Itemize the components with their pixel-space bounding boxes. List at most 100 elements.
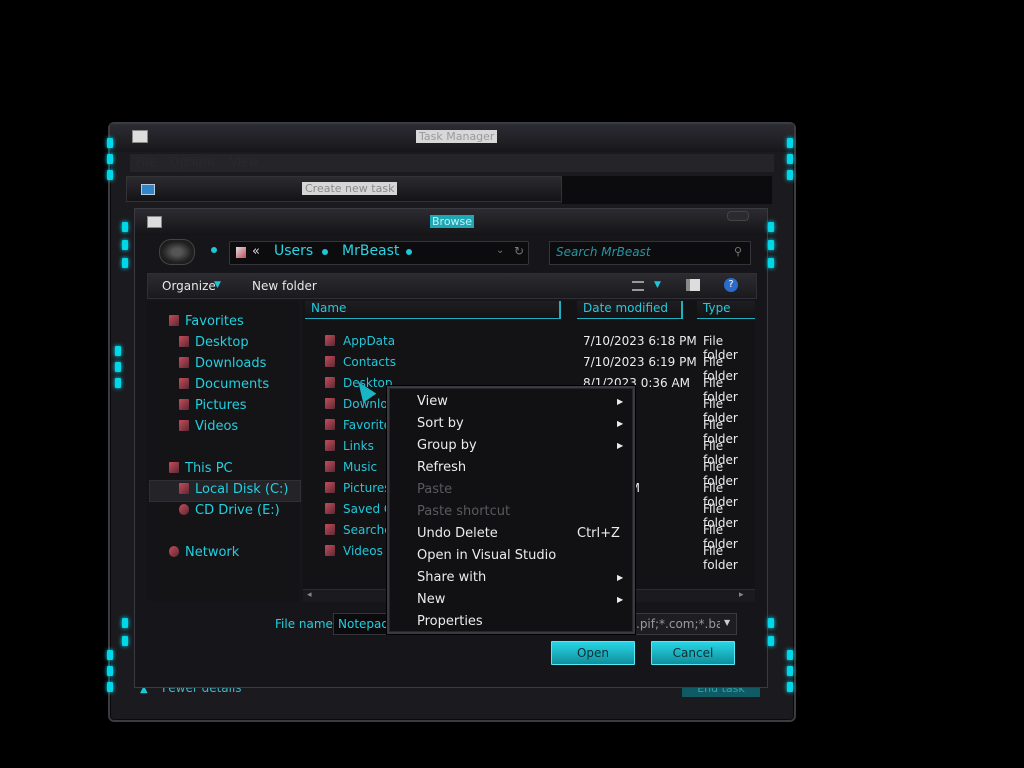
task-manager-dark-panel bbox=[562, 176, 772, 204]
nav-this-pc[interactable]: This PC bbox=[185, 461, 233, 476]
nav-downloads[interactable]: Downloads bbox=[195, 356, 266, 371]
chevron-down-icon[interactable]: ▼ bbox=[214, 280, 221, 290]
videos-icon bbox=[179, 420, 189, 431]
refresh-icon[interactable]: ↻ bbox=[514, 244, 524, 258]
view-options-icon[interactable] bbox=[632, 281, 644, 291]
nav-cd-drive[interactable]: CD Drive (E:) bbox=[195, 503, 280, 518]
nav-documents[interactable]: Documents bbox=[195, 377, 269, 392]
desktop-icon bbox=[179, 336, 189, 347]
decor-bar bbox=[107, 666, 113, 676]
folder-icon bbox=[325, 524, 335, 535]
organize-button[interactable]: Organize bbox=[162, 279, 216, 293]
nav-favorites[interactable]: Favorites bbox=[185, 314, 244, 329]
menu-options[interactable]: Options bbox=[170, 155, 216, 169]
folder-icon bbox=[325, 377, 335, 388]
nav-network[interactable]: Network bbox=[185, 545, 239, 560]
local-disk-icon bbox=[179, 483, 189, 494]
file-type-filter[interactable]: *.pif;*.com;*.ba ▼ bbox=[621, 613, 737, 635]
column-header-name[interactable]: Name bbox=[305, 301, 561, 319]
context-menu-item[interactable]: Group by ▶ bbox=[389, 436, 629, 458]
address-bar[interactable]: « Users MrBeast ⌄ ↻ bbox=[229, 241, 529, 265]
nav-videos[interactable]: Videos bbox=[195, 419, 238, 434]
chevron-down-icon[interactable]: ▼ bbox=[724, 618, 730, 627]
nav-desktop[interactable]: Desktop bbox=[195, 335, 249, 350]
open-button[interactable]: Open bbox=[551, 641, 635, 665]
breadcrumb-separator-icon bbox=[322, 249, 328, 255]
browse-title: Browse bbox=[430, 215, 475, 228]
context-menu-item[interactable]: Share with ▶ bbox=[389, 568, 629, 590]
folder-icon bbox=[325, 419, 335, 430]
decor-bar bbox=[107, 650, 113, 660]
decor-bar bbox=[122, 258, 128, 268]
decor-bar bbox=[122, 222, 128, 232]
context-menu-item[interactable]: Properties bbox=[389, 612, 629, 634]
folder-icon bbox=[325, 356, 335, 367]
decor-bar bbox=[115, 346, 121, 356]
file-name-value: Notepad bbox=[338, 617, 389, 631]
column-header-date[interactable]: Date modified bbox=[577, 301, 683, 319]
preview-pane-icon[interactable] bbox=[686, 279, 700, 291]
create-task-title: Create new task bbox=[302, 182, 398, 195]
file-row[interactable]: AppData 7/10/2023 6:18 PM File folder bbox=[303, 331, 755, 362]
folder-icon bbox=[325, 335, 335, 346]
nav-dot-icon bbox=[211, 247, 217, 253]
nav-local-disk[interactable]: Local Disk (C:) bbox=[195, 482, 288, 497]
context-menu-label: View bbox=[417, 394, 448, 409]
close-icon[interactable] bbox=[727, 211, 749, 221]
context-menu-label: Open in Visual Studio bbox=[417, 548, 557, 563]
file-name: Links bbox=[343, 439, 374, 453]
breadcrumb-mrbeast[interactable]: MrBeast bbox=[342, 243, 399, 259]
create-task-titlebar[interactable]: Create new task bbox=[126, 176, 562, 202]
context-menu-label: Paste bbox=[417, 482, 453, 497]
pictures-icon bbox=[179, 399, 189, 410]
chevron-down-icon[interactable]: ▼ bbox=[654, 280, 661, 290]
scroll-left-icon[interactable]: ◂ bbox=[307, 590, 312, 600]
new-folder-button[interactable]: New folder bbox=[252, 279, 317, 293]
breadcrumb-users[interactable]: Users bbox=[274, 243, 313, 259]
decor-bar bbox=[122, 240, 128, 250]
file-row[interactable]: Contacts 7/10/2023 6:19 PM File folder bbox=[303, 352, 755, 383]
decor-bar bbox=[115, 378, 121, 388]
task-manager-titlebar[interactable]: Task Manager bbox=[110, 124, 794, 152]
address-chevrons[interactable]: « bbox=[252, 244, 260, 259]
decor-bar bbox=[787, 154, 793, 164]
decor-bar bbox=[107, 138, 113, 148]
context-menu-item[interactable]: Open in Visual Studio bbox=[389, 546, 629, 568]
search-icon[interactable]: ⚲ bbox=[734, 245, 742, 258]
command-toolbar: Organize ▼ New folder ▼ ? bbox=[147, 273, 757, 299]
folder-icon bbox=[325, 461, 335, 472]
context-menu-label: Undo Delete bbox=[417, 526, 498, 541]
column-name-label: Name bbox=[311, 301, 347, 315]
menu-file[interactable]: File bbox=[136, 155, 156, 169]
menu-view[interactable]: View bbox=[230, 155, 258, 169]
file-name: Contacts bbox=[343, 355, 396, 369]
decor-bar bbox=[107, 154, 113, 164]
context-menu-item[interactable]: View ▶ bbox=[389, 392, 629, 414]
context-menu: View ▶ Sort by ▶ Group by ▶ Refresh Paste Paste … bbox=[387, 386, 635, 634]
scroll-right-icon[interactable]: ▸ bbox=[739, 590, 744, 600]
context-menu-item[interactable]: Sort by ▶ bbox=[389, 414, 629, 436]
decor-bar bbox=[768, 222, 774, 232]
context-menu-item[interactable]: New ▶ bbox=[389, 590, 629, 612]
nav-pictures[interactable]: Pictures bbox=[195, 398, 246, 413]
search-box[interactable]: Search MrBeast ⚲ bbox=[549, 241, 751, 265]
cancel-button[interactable]: Cancel bbox=[651, 641, 735, 665]
decor-bar bbox=[787, 650, 793, 660]
browse-titlebar[interactable]: Browse bbox=[135, 209, 767, 235]
task-manager-menubar: File Options View bbox=[130, 154, 774, 172]
file-name: Videos bbox=[343, 544, 383, 558]
context-menu-item[interactable]: Undo Delete Ctrl+Z bbox=[389, 524, 629, 546]
downloads-icon bbox=[179, 357, 189, 368]
help-icon[interactable]: ? bbox=[724, 278, 738, 292]
decor-bar bbox=[768, 618, 774, 628]
back-button[interactable] bbox=[159, 239, 195, 265]
chevron-down-icon[interactable]: ⌄ bbox=[496, 245, 504, 256]
submenu-arrow-icon: ▶ bbox=[617, 441, 624, 450]
context-menu-item[interactable]: Refresh bbox=[389, 458, 629, 480]
file-type: File folder bbox=[703, 544, 738, 572]
context-menu-item: Paste bbox=[389, 480, 629, 502]
decor-bar bbox=[107, 682, 113, 692]
submenu-arrow-icon: ▶ bbox=[617, 397, 624, 406]
decor-bar bbox=[787, 170, 793, 180]
column-header-type[interactable]: Type bbox=[697, 301, 755, 319]
